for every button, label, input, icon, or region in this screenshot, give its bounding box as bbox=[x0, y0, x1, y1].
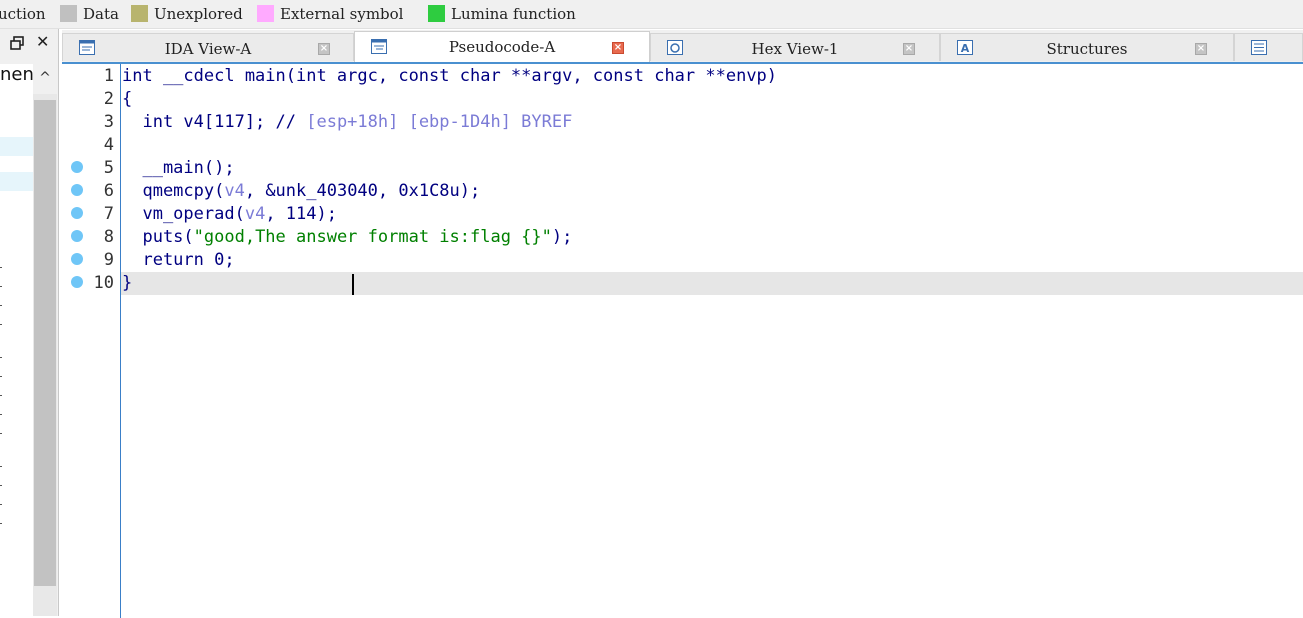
line-number: 8 bbox=[103, 227, 114, 247]
external-swatch bbox=[257, 5, 274, 22]
line-number: 2 bbox=[103, 89, 114, 109]
list-header-text: nen bbox=[0, 64, 34, 85]
code-line[interactable]: qmemcpy(v4, &unk_403040, 0x1C8u); bbox=[122, 180, 480, 203]
unexplored-swatch bbox=[131, 5, 148, 22]
pseudocode-editor[interactable]: 1 2 3 4 5 6 7 8 9 10 int __cdecl main(in… bbox=[62, 62, 1303, 618]
code-comment: [esp+18h] [ebp-1D4h] BYREF bbox=[306, 112, 573, 132]
list-mark bbox=[0, 523, 2, 524]
code-line[interactable]: vm_operad(v4, 114); bbox=[122, 203, 337, 226]
legend-item-data: Data bbox=[60, 4, 119, 24]
vertical-scrollbar[interactable]: ^ bbox=[33, 64, 57, 616]
line-number: 1 bbox=[103, 66, 114, 86]
list-mark bbox=[0, 485, 2, 486]
tab-structures[interactable]: A Structures × bbox=[940, 33, 1234, 61]
tab-label: Hex View-1 bbox=[751, 40, 839, 58]
list-mark bbox=[0, 376, 2, 377]
line-number: 6 bbox=[103, 181, 114, 201]
list-mark bbox=[0, 395, 2, 396]
line-number: 10 bbox=[93, 273, 114, 293]
enums-icon bbox=[1251, 40, 1267, 55]
breakpoint-dot-icon[interactable] bbox=[71, 253, 83, 265]
code-line[interactable]: int v4[117]; // [esp+18h] [ebp-1D4h] BYR… bbox=[122, 111, 572, 134]
lumina-swatch bbox=[428, 5, 445, 22]
legend-item-lumina: Lumina function bbox=[428, 4, 576, 24]
legend-item-unexplored: Unexplored bbox=[131, 4, 243, 24]
scrollbar-thumb[interactable] bbox=[34, 100, 56, 586]
tab-label: Pseudocode-A bbox=[448, 38, 556, 56]
code-string: "good,The answer format is:flag {}" bbox=[193, 227, 552, 247]
line-number: 7 bbox=[103, 204, 114, 224]
function-list[interactable] bbox=[0, 64, 33, 616]
code-line[interactable]: int __cdecl main(int argc, const char **… bbox=[122, 65, 777, 88]
close-tab-icon[interactable]: × bbox=[318, 43, 330, 55]
text-caret bbox=[352, 274, 354, 295]
legend-label: Data bbox=[83, 5, 119, 23]
breakpoint-dot-icon[interactable] bbox=[71, 276, 83, 288]
code-variable: v4 bbox=[224, 181, 245, 201]
breakpoint-dot-icon[interactable] bbox=[71, 184, 83, 196]
tab-bar: IDA View-A × Pseudocode-A × Hex View-1 ×… bbox=[62, 30, 1303, 62]
tab-label: IDA View-A bbox=[164, 40, 252, 58]
list-mark bbox=[0, 324, 2, 325]
tab-enums[interactable] bbox=[1234, 33, 1303, 61]
list-mark bbox=[0, 267, 2, 268]
legend-label: Lumina function bbox=[451, 5, 576, 23]
data-swatch bbox=[60, 5, 77, 22]
breakpoint-dot-icon[interactable] bbox=[71, 161, 83, 173]
tab-pseudocode[interactable]: Pseudocode-A × bbox=[354, 31, 650, 62]
tab-ida-view[interactable]: IDA View-A × bbox=[62, 33, 354, 61]
list-item-highlighted[interactable] bbox=[0, 172, 33, 191]
current-line-highlight bbox=[121, 272, 1303, 295]
close-tab-icon[interactable]: × bbox=[903, 43, 915, 55]
line-number: 3 bbox=[103, 112, 114, 132]
code-line[interactable]: { bbox=[122, 88, 132, 111]
breakpoint-dot-icon[interactable] bbox=[71, 207, 83, 219]
list-item-selected[interactable] bbox=[0, 137, 33, 156]
left-panel: ✕ nen ^ bbox=[0, 29, 59, 616]
list-mark bbox=[0, 504, 2, 505]
scroll-up-icon[interactable]: ^ bbox=[33, 64, 57, 94]
legend-label: uction bbox=[0, 5, 46, 23]
code-variable: v4 bbox=[244, 204, 266, 224]
tab-hex-view[interactable]: Hex View-1 × bbox=[650, 33, 940, 61]
breakpoint-dot-icon[interactable] bbox=[71, 230, 83, 242]
list-mark bbox=[0, 433, 2, 434]
tab-label: Structures bbox=[1046, 40, 1128, 58]
legend-label: Unexplored bbox=[154, 5, 243, 23]
list-mark bbox=[0, 286, 2, 287]
legend-item-external: External symbol bbox=[257, 4, 403, 24]
line-number: 5 bbox=[103, 158, 114, 178]
code-line[interactable]: __main(); bbox=[122, 157, 234, 180]
list-mark bbox=[0, 414, 2, 415]
left-panel-header: ✕ bbox=[0, 29, 58, 61]
restore-window-icon[interactable] bbox=[10, 36, 24, 50]
line-number: 4 bbox=[103, 135, 114, 155]
list-mark bbox=[0, 466, 2, 467]
line-number: 9 bbox=[103, 250, 114, 270]
line-number-gutter: 1 2 3 4 5 6 7 8 9 10 bbox=[62, 64, 121, 618]
legend-item-function: uction bbox=[0, 4, 46, 24]
legend-bar: uction Data Unexplored External symbol L… bbox=[0, 0, 1303, 29]
legend-label: External symbol bbox=[280, 5, 404, 23]
close-tab-icon[interactable]: × bbox=[612, 42, 624, 54]
code-line[interactable]: } bbox=[122, 272, 132, 295]
list-mark bbox=[0, 357, 2, 358]
code-line[interactable]: puts("good,The answer format is:flag {}"… bbox=[122, 226, 572, 249]
list-mark bbox=[0, 305, 2, 306]
code-line[interactable]: return 0; bbox=[122, 249, 234, 272]
close-panel-icon[interactable]: ✕ bbox=[36, 33, 49, 51]
close-tab-icon[interactable]: × bbox=[1195, 43, 1207, 55]
